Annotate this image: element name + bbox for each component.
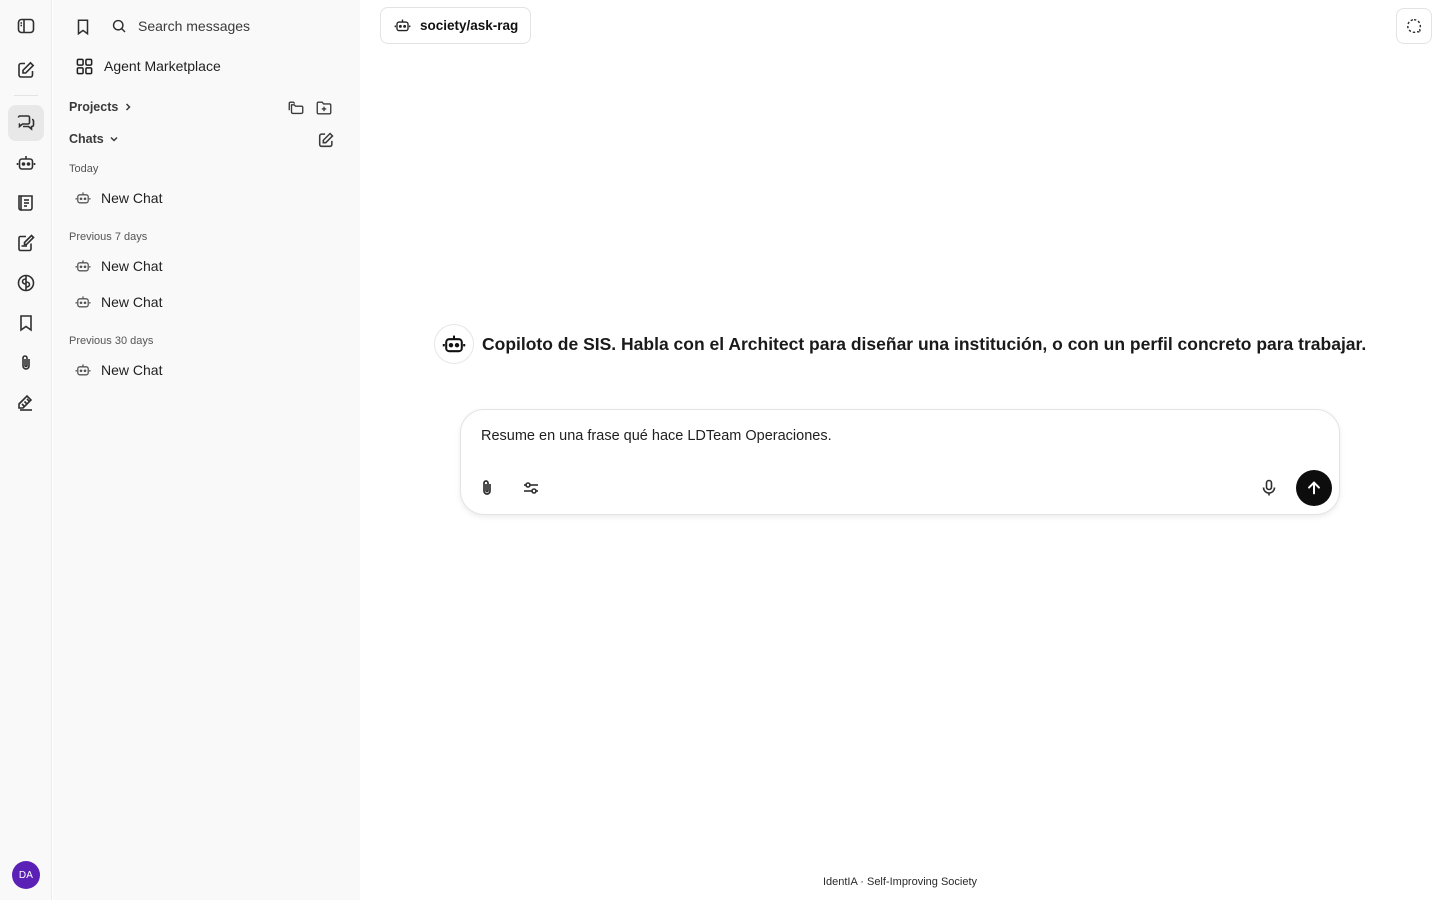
new-folder-icon[interactable]: [315, 99, 333, 117]
chats-icon[interactable]: [8, 105, 44, 141]
skills-icon[interactable]: [8, 385, 44, 421]
folders-icon[interactable]: [287, 99, 305, 117]
arrow-up-icon: [1305, 479, 1323, 497]
chats-label: Chats: [69, 132, 104, 146]
sliders-icon: [521, 478, 541, 498]
chevron-right-icon: [122, 101, 134, 113]
chat-list-item[interactable]: New Chat: [69, 251, 349, 281]
chat-title: New Chat: [101, 258, 163, 274]
new-chat-icon[interactable]: [317, 131, 335, 149]
agent-selector-button[interactable]: society/ask-rag: [380, 7, 532, 44]
chat-title: New Chat: [101, 294, 163, 310]
new-chat-icon[interactable]: [8, 52, 44, 88]
agent-marketplace-label: Agent Marketplace: [104, 58, 221, 74]
attachments-icon[interactable]: [8, 345, 44, 381]
prompts-icon[interactable]: [8, 185, 44, 221]
chat-title: New Chat: [101, 190, 163, 206]
footer-text: IdentIA · Self-Improving Society: [822, 876, 978, 888]
group-label-previous-7-days: Previous 7 days: [69, 231, 148, 243]
bot-icon: [75, 190, 91, 206]
chats-header[interactable]: Chats: [69, 129, 120, 149]
tools-settings-button[interactable]: [515, 472, 547, 504]
search-icon: [111, 18, 128, 35]
chevron-down-icon: [108, 133, 120, 145]
chat-list-item[interactable]: New Chat: [69, 287, 349, 317]
chat-list-item[interactable]: New Chat: [69, 183, 349, 213]
bookmarks-icon[interactable]: [8, 305, 44, 341]
agent-marketplace-link[interactable]: Agent Marketplace: [75, 52, 221, 80]
microphone-icon: [1259, 478, 1279, 498]
temporary-chat-button[interactable]: [1396, 8, 1432, 44]
grid-icon: [75, 57, 94, 76]
memory-icon[interactable]: [8, 265, 44, 301]
message-composer: [460, 409, 1340, 515]
icon-rail: DA: [0, 0, 52, 900]
paperclip-icon: [477, 478, 497, 498]
bot-icon: [75, 294, 91, 310]
search-messages[interactable]: Search messages: [111, 12, 351, 40]
projects-header[interactable]: Projects: [69, 97, 134, 117]
rail-divider: [14, 95, 38, 96]
dashed-chat-bubble-icon: [1405, 17, 1423, 35]
user-avatar[interactable]: DA: [12, 861, 40, 889]
message-input[interactable]: [481, 424, 1301, 448]
agent-intro-text: Copiloto de SIS. Habla con el Architect …: [482, 333, 1367, 354]
bot-icon: [394, 17, 411, 34]
voice-input-button[interactable]: [1253, 472, 1285, 504]
group-label-today: Today: [69, 163, 99, 175]
notes-icon[interactable]: [8, 225, 44, 261]
search-input[interactable]: Search messages: [138, 18, 250, 34]
agents-icon[interactable]: [8, 145, 44, 181]
chats-actions: [317, 131, 335, 149]
send-button[interactable]: [1296, 470, 1332, 506]
projects-label: Projects: [69, 100, 119, 114]
sidebar: Search messages Agent Marketplace Projec…: [53, 0, 360, 900]
bot-icon: [75, 258, 91, 274]
sidebar-toggle-icon[interactable]: [8, 8, 44, 44]
projects-actions: [287, 99, 333, 117]
agent-intro: Copiloto de SIS. Habla con el Architect …: [434, 324, 1366, 364]
bot-icon: [75, 362, 91, 378]
attach-file-button[interactable]: [471, 472, 503, 504]
group-label-previous-30-days: Previous 30 days: [69, 335, 154, 347]
bot-avatar-icon: [434, 324, 474, 364]
bookmark-icon[interactable]: [71, 15, 95, 39]
chat-title: New Chat: [101, 362, 163, 378]
agent-name: society/ask-rag: [420, 18, 519, 33]
chat-list-item[interactable]: New Chat: [69, 355, 349, 385]
